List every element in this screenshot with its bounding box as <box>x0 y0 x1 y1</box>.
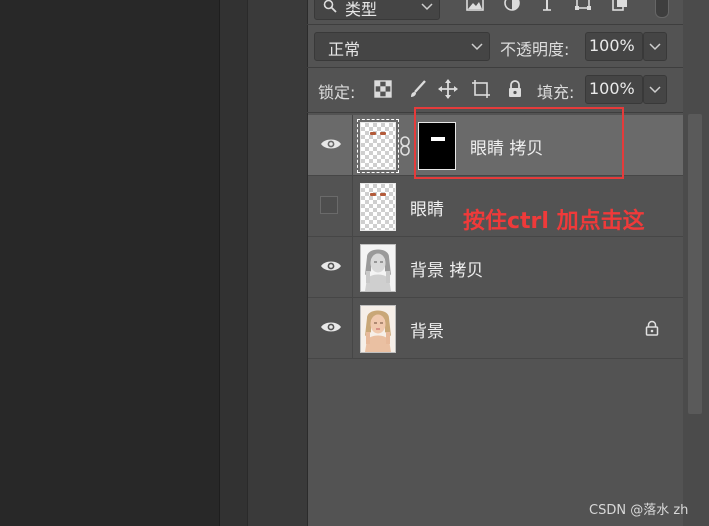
layer-row[interactable]: 背景 <box>308 298 683 359</box>
opacity-value: 100% <box>589 36 635 55</box>
chevron-down-icon <box>471 42 483 50</box>
link-chain-icon[interactable] <box>399 136 411 156</box>
fill-input[interactable]: 100% <box>585 75 643 104</box>
separator <box>307 67 683 68</box>
fill-dropdown-button[interactable] <box>643 75 667 104</box>
portrait-grayscale-thumbnail[interactable] <box>360 244 396 292</box>
image-filter-icon[interactable] <box>465 0 485 14</box>
chevron-down-icon <box>421 3 433 11</box>
visibility-toggle-empty[interactable] <box>320 196 338 214</box>
filter-type-label: 类型 <box>345 0 378 19</box>
row-divider <box>352 176 353 236</box>
lock-artboard-icon[interactable] <box>471 79 491 99</box>
annotation-highlight-box <box>414 107 624 179</box>
layer-name[interactable]: 背景 <box>410 317 444 342</box>
chevron-down-icon <box>649 85 661 93</box>
layer-thumbnail[interactable] <box>360 183 396 231</box>
layer-name[interactable]: 眼睛 <box>410 195 444 220</box>
layer-thumbnail[interactable] <box>357 119 399 173</box>
separator <box>307 24 683 25</box>
smart-object-filter-icon[interactable] <box>610 0 630 14</box>
eye-icon[interactable] <box>320 137 342 151</box>
lock-label: 锁定: <box>318 83 356 102</box>
fill-label: 填充: <box>537 83 575 102</box>
text-filter-icon[interactable] <box>537 0 557 14</box>
row-divider <box>352 115 353 175</box>
lock-image-pixels-icon[interactable] <box>408 79 428 99</box>
canvas-area <box>0 0 219 526</box>
opacity-dropdown-button[interactable] <box>643 32 667 61</box>
chevron-down-icon <box>649 42 661 50</box>
search-icon <box>323 0 337 13</box>
watermark: CSDN @落水 zh <box>589 503 689 518</box>
eyes-thumbnail-mark <box>370 193 386 197</box>
eyes-thumbnail-mark <box>370 132 386 136</box>
annotation-text: 按住ctrl 加点击这 <box>463 209 645 234</box>
adjustment-filter-icon[interactable] <box>502 0 522 14</box>
lock-position-icon[interactable] <box>438 79 458 99</box>
filter-toggle[interactable] <box>655 0 669 18</box>
panel-dock-strip <box>247 0 308 526</box>
row-divider <box>352 298 353 358</box>
opacity-label: 不透明度: <box>500 40 570 59</box>
layer-filter-dropdown[interactable]: 类型 <box>314 0 440 20</box>
shape-filter-icon[interactable] <box>573 0 593 14</box>
row-divider <box>352 237 353 297</box>
blend-mode-dropdown[interactable]: 正常 <box>314 32 490 61</box>
lock-all-icon[interactable] <box>505 79 525 99</box>
fill-value: 100% <box>589 79 635 98</box>
scrollbar-thumb[interactable] <box>688 114 702 414</box>
portrait-color-thumbnail[interactable] <box>360 305 396 353</box>
lock-icon[interactable] <box>644 320 660 336</box>
eye-icon[interactable] <box>320 320 342 334</box>
blend-mode-value: 正常 <box>328 40 361 59</box>
panel-dock-gutter <box>219 0 248 526</box>
lock-transparent-pixels-icon[interactable] <box>373 79 393 99</box>
layer-name[interactable]: 背景 拷贝 <box>410 256 483 281</box>
eye-icon[interactable] <box>320 259 342 273</box>
layer-row[interactable]: 背景 拷贝 <box>308 237 683 298</box>
layers-scrollbar[interactable] <box>683 0 709 526</box>
opacity-input[interactable]: 100% <box>585 32 643 61</box>
